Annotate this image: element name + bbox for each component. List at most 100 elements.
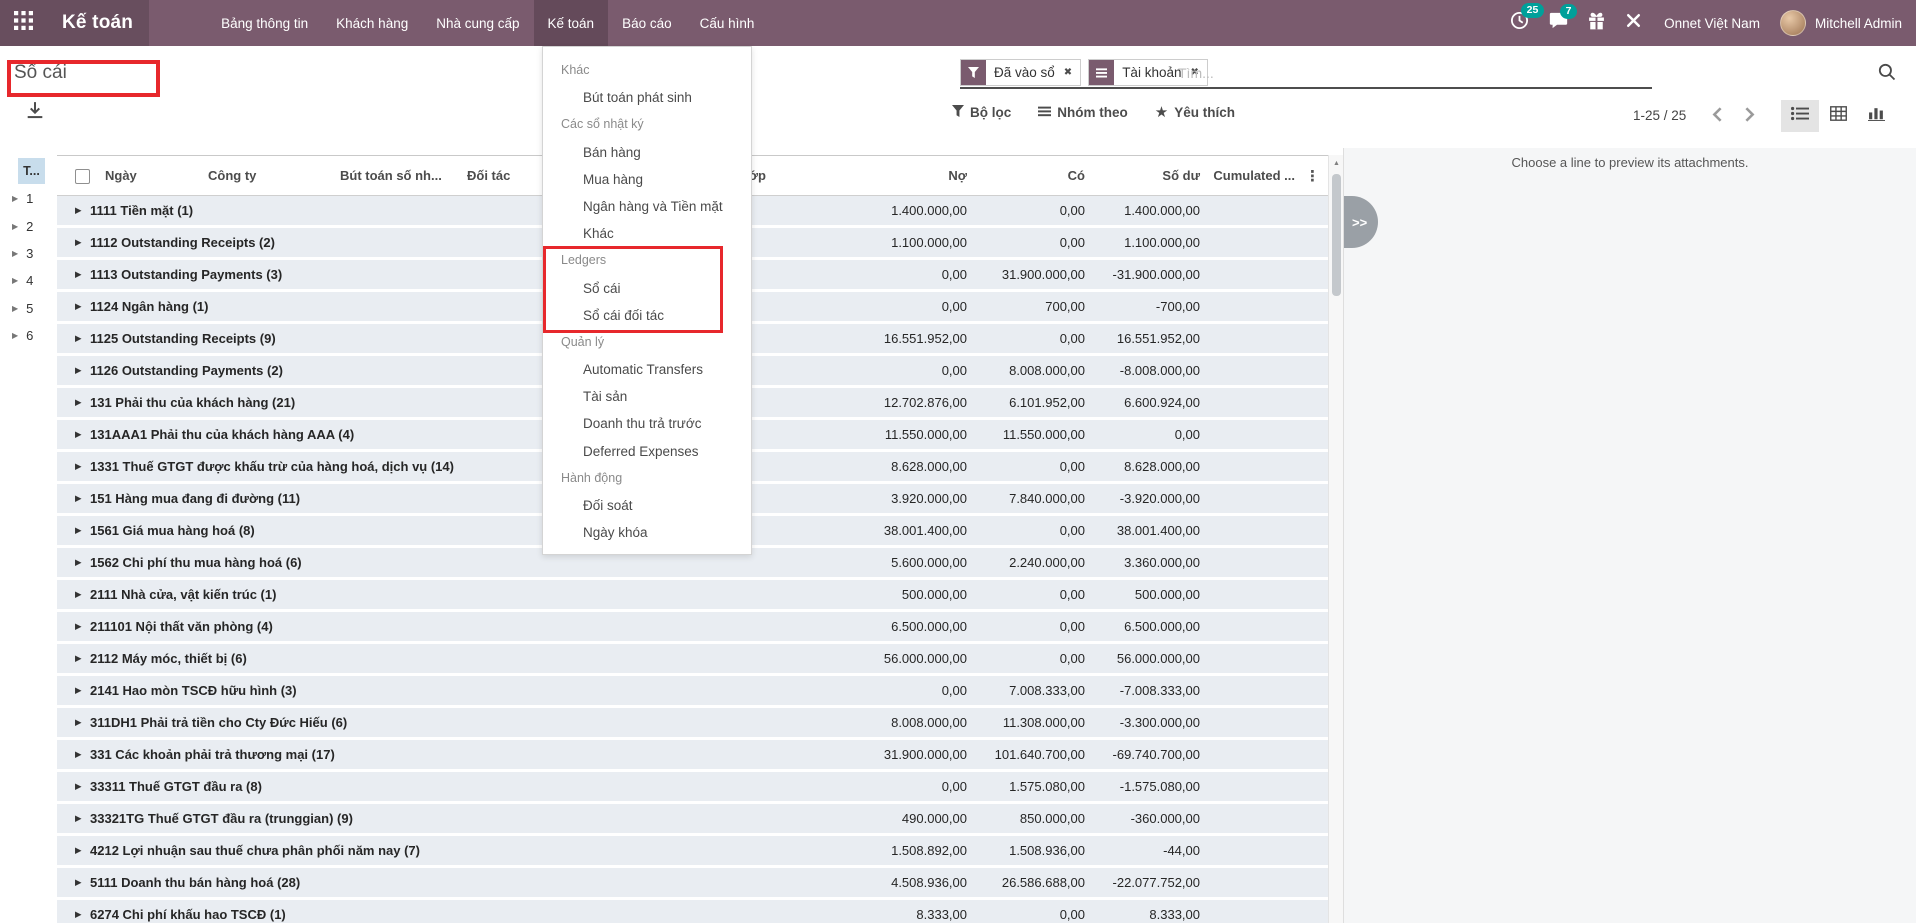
group-row[interactable]: ▶33321TG Thuế GTGT đầu ra (trunggian) (9… — [57, 804, 1328, 833]
sidebar-column-header[interactable]: T... — [18, 158, 45, 184]
user-menu[interactable]: Mitchell Admin — [1815, 16, 1902, 31]
account-group-name: 1125 Outstanding Receipts (9) — [90, 324, 276, 353]
group-row[interactable]: ▶6274 Chi phí khấu hao TSCĐ (1)8.333,000… — [57, 900, 1328, 923]
view-switcher — [1781, 100, 1895, 132]
grid-table-icon — [1830, 106, 1847, 126]
search-facet-bar: Đã vào sổ✖Tài khoản✖ — [960, 59, 1208, 86]
gift-button[interactable] — [1588, 12, 1605, 35]
apps-grid-button[interactable] — [0, 0, 46, 46]
top-menu-item-3[interactable]: Kế toán — [534, 0, 609, 46]
group-level-number: 1 — [26, 191, 33, 206]
menu-item-2-1[interactable]: Sổ cái đối tác — [543, 302, 751, 329]
group-by-label: Nhóm theo — [1057, 105, 1128, 120]
col-debit[interactable]: Nợ — [948, 156, 967, 195]
export-download-button[interactable] — [26, 101, 44, 124]
group-level-row-3[interactable]: ▶3 — [0, 240, 56, 267]
menu-item-1-3[interactable]: Khác — [543, 220, 751, 247]
favorites-label: Yêu thích — [1174, 105, 1235, 120]
menu-item-0-0[interactable]: Bút toán phát sinh — [543, 84, 751, 111]
filter-funnel-icon — [952, 105, 964, 120]
filters-button[interactable]: Bộ lọc — [952, 105, 1011, 120]
expand-triangle-icon: ▶ — [12, 304, 18, 313]
menu-item-3-0[interactable]: Automatic Transfers — [543, 356, 751, 383]
top-menu-item-4[interactable]: Báo cáo — [608, 0, 686, 46]
group-row[interactable]: ▶33311 Thuế GTGT đầu ra (8)0,001.575.080… — [57, 772, 1328, 801]
pager-previous-button[interactable] — [1712, 107, 1723, 127]
credit-value: 850.000,00 — [1020, 804, 1085, 833]
group-level-row-2[interactable]: ▶2 — [0, 212, 56, 239]
top-menu-item-5[interactable]: Cấu hình — [686, 0, 769, 46]
scrollbar-thumb[interactable] — [1332, 174, 1341, 296]
group-row[interactable]: ▶5111 Doanh thu bán hàng hoá (28)4.508.9… — [57, 868, 1328, 897]
col-date[interactable]: Ngày — [105, 156, 137, 195]
company-switcher[interactable]: Onnet Việt Nam — [1664, 16, 1760, 31]
top-menu-item-2[interactable]: Nhà cung cấp — [422, 0, 533, 46]
debit-value: 490.000,00 — [902, 804, 967, 833]
menu-item-1-2[interactable]: Ngân hàng và Tiền mặt — [543, 193, 751, 220]
expand-triangle-icon: ▶ — [75, 740, 82, 769]
group-level-row-6[interactable]: ▶6 — [0, 322, 56, 349]
balance-value: 1.100.000,00 — [1124, 228, 1200, 257]
menu-item-1-1[interactable]: Mua hàng — [543, 166, 751, 193]
top-menu-item-1[interactable]: Khách hàng — [322, 0, 422, 46]
group-row[interactable]: ▶2141 Hao mòn TSCĐ hữu hình (3)0,007.008… — [57, 676, 1328, 705]
balance-value: 38.001.400,00 — [1117, 516, 1200, 545]
credit-value: 0,00 — [1060, 196, 1085, 225]
pivot-view-button[interactable] — [1819, 100, 1857, 132]
col-entry[interactable]: Bút toán số nh... — [340, 156, 442, 195]
top-menu-item-0[interactable]: Bảng thông tin — [207, 0, 322, 46]
menu-item-2-0[interactable]: Sổ cái — [543, 275, 751, 302]
favorites-button[interactable]: ★ Yêu thích — [1155, 105, 1235, 120]
activities-button[interactable]: 25 — [1510, 11, 1529, 35]
menu-item-3-2[interactable]: Doanh thu trả trước — [543, 410, 751, 437]
app-title[interactable]: Kế toán — [46, 0, 149, 46]
menu-item-4-1[interactable]: Ngày khóa — [543, 519, 751, 546]
credit-value: 2.240.000,00 — [1009, 548, 1085, 577]
expand-triangle-icon: ▶ — [75, 868, 82, 897]
menu-item-4-0[interactable]: Đối soát — [543, 492, 751, 519]
graph-view-button[interactable] — [1857, 100, 1895, 132]
expand-triangle-icon: ▶ — [75, 708, 82, 737]
group-level-row-5[interactable]: ▶5 — [0, 295, 56, 322]
group-row[interactable]: ▶2112 Máy móc, thiết bị (6)56.000.000,00… — [57, 644, 1328, 673]
expand-triangle-icon: ▶ — [75, 804, 82, 833]
col-balance[interactable]: Số dư — [1162, 156, 1200, 195]
group-row[interactable]: ▶4212 Lợi nhuận sau thuế chưa phân phối … — [57, 836, 1328, 865]
group-by-button[interactable]: Nhóm theo — [1038, 105, 1128, 120]
optional-columns-icon[interactable]: ⋮ — [1305, 156, 1320, 195]
list-view-button[interactable] — [1781, 100, 1819, 132]
balance-value: 0,00 — [1175, 420, 1200, 449]
vertical-scrollbar[interactable]: ▲ — [1328, 155, 1343, 923]
col-partner[interactable]: Đối tác — [467, 156, 510, 195]
col-credit[interactable]: Có — [1068, 156, 1085, 195]
group-row[interactable]: ▶211101 Nội thất văn phòng (4)6.500.000,… — [57, 612, 1328, 641]
menu-item-1-0[interactable]: Bán hàng — [543, 139, 751, 166]
facet-remove-icon[interactable]: ✖ — [1063, 60, 1080, 85]
group-row[interactable]: ▶331 Các khoản phải trả thương mại (17)3… — [57, 740, 1328, 769]
col-cumulated[interactable]: Cumulated ... — [1213, 156, 1295, 195]
group-level-row-1[interactable]: ▶1 — [0, 185, 56, 212]
expand-triangle-icon: ▶ — [75, 356, 82, 385]
messages-button[interactable]: 7 — [1549, 12, 1568, 34]
balance-value: 6.500.000,00 — [1124, 612, 1200, 641]
user-avatar[interactable] — [1780, 10, 1806, 36]
debit-value: 0,00 — [942, 676, 967, 705]
group-row[interactable]: ▶311DH1 Phải trả tiền cho Cty Đức Hiếu (… — [57, 708, 1328, 737]
scroll-up-arrow-icon[interactable]: ▲ — [1329, 160, 1344, 167]
select-all-checkbox[interactable] — [75, 169, 90, 184]
expand-triangle-icon: ▶ — [75, 324, 82, 353]
group-level-row-4[interactable]: ▶4 — [0, 267, 56, 294]
search-input[interactable] — [1178, 60, 1608, 86]
menu-item-3-1[interactable]: Tài sản — [543, 383, 751, 410]
search-facet-0[interactable]: Đã vào sổ✖ — [960, 59, 1081, 86]
panel-collapse-button[interactable]: >> — [1344, 196, 1378, 248]
menu-item-3-3[interactable]: Deferred Expenses — [543, 438, 751, 465]
balance-value: 16.551.952,00 — [1117, 324, 1200, 353]
col-company[interactable]: Công ty — [208, 156, 256, 195]
credit-value: 11.308.000,00 — [1003, 708, 1085, 737]
debit-value: 16.551.952,00 — [884, 324, 967, 353]
group-row[interactable]: ▶2111 Nhà cửa, vật kiến trúc (1)500.000,… — [57, 580, 1328, 609]
debug-tools-button[interactable] — [1625, 12, 1642, 34]
pager-next-button[interactable] — [1744, 107, 1755, 127]
search-icon[interactable] — [1878, 63, 1896, 86]
